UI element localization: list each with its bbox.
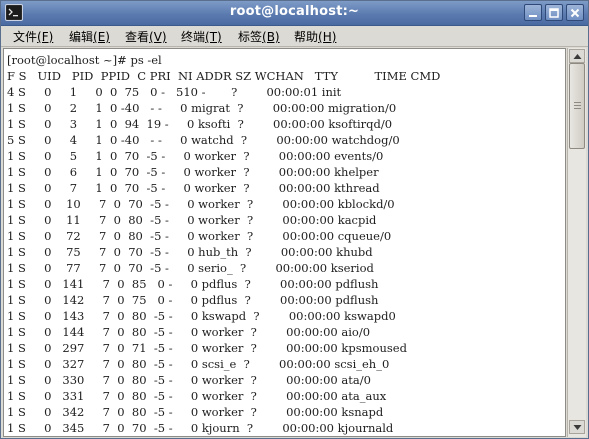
ps-process-row: 1 S 0 10 7 0 70 -5 - 0 worker ? 00:00:00…: [7, 197, 395, 211]
ps-process-row: 1 S 0 6 1 0 70 -5 - 0 worker ? 00:00:00 …: [7, 165, 379, 179]
menu-help-label: 帮助: [294, 30, 319, 44]
ps-process-row: 1 S 0 342 7 0 80 -5 - 0 worker ? 00:00:0…: [7, 405, 384, 419]
thumb-grip-line: [574, 108, 581, 109]
ps-process-row: 1 S 0 72 7 0 80 -5 - 0 worker ? 00:00:00…: [7, 229, 392, 243]
menu-help-accel: (H): [318, 30, 337, 44]
ps-process-row: 1 S 0 3 1 0 94 19 - 0 ksofti ? 00:00:00 …: [7, 117, 393, 131]
menu-terminal[interactable]: 终端(T): [181, 28, 222, 45]
ps-process-row: 1 S 0 75 7 0 70 -5 - 0 hub_th ? 00:00:00…: [7, 245, 373, 259]
ps-process-row: 1 S 0 297 7 0 71 -5 - 0 worker ? 00:00:0…: [7, 341, 407, 355]
ps-process-row: 1 S 0 143 7 0 80 -5 - 0 kswapd ? 00:00:0…: [7, 309, 396, 323]
thumb-grip-line: [574, 105, 581, 106]
menu-file-accel: (F): [37, 30, 54, 44]
menu-file[interactable]: 文件(F): [13, 28, 53, 45]
ps-process-row: 1 S 0 2 1 0 -40 - - 0 migrat ? 00:00:00 …: [7, 101, 397, 115]
terminal-output: [root@localhost ~]# ps -el F S UID PID PP…: [7, 52, 440, 436]
ps-process-row: 4 S 0 1 0 0 75 0 - 510 - ? 00:00:01 init: [7, 85, 342, 99]
scroll-down-arrow-icon: [573, 425, 582, 430]
ps-process-row: 1 S 0 77 7 0 70 -5 - 0 serio_ ? 00:00:00…: [7, 261, 374, 275]
ps-process-row: 1 S 0 11 7 0 80 -5 - 0 worker ? 00:00:00…: [7, 213, 377, 227]
ps-process-row: 1 S 0 144 7 0 80 -5 - 0 worker ? 00:00:0…: [7, 325, 371, 339]
scroll-down-button[interactable]: [569, 420, 585, 434]
vertical-scrollbar[interactable]: [567, 48, 586, 437]
menu-tabs[interactable]: 标签(B): [238, 28, 280, 45]
ps-process-row: 5 S 0 4 1 0 -40 - - 0 watchd ? 00:00:00 …: [7, 133, 400, 147]
window-title: root@localhost:~: [229, 4, 360, 19]
menu-view[interactable]: 查看(V): [125, 28, 167, 45]
menu-edit-accel: (E): [93, 30, 110, 44]
menu-terminal-label: 终端: [181, 30, 206, 44]
minimize-button[interactable]: [524, 4, 542, 21]
close-icon: [570, 8, 580, 18]
close-button[interactable]: [566, 4, 584, 21]
menu-terminal-accel: (T): [205, 30, 222, 44]
ps-process-row: 1 S 0 7 1 0 70 -5 - 0 worker ? 00:00:00 …: [7, 181, 380, 195]
ps-header-line: F S UID PID PPID C PRI NI ADDR SZ WCHAN …: [7, 69, 441, 83]
menu-file-label: 文件: [13, 30, 38, 44]
scrollbar-thumb[interactable]: [569, 63, 585, 149]
terminal-window: root@localhost:~ 文件(F) 编辑(E) 查看(V) 终端(T)…: [0, 0, 589, 439]
thumb-grip-line: [574, 102, 581, 103]
menu-tabs-label: 标签: [238, 30, 263, 44]
menu-bar: 文件(F) 编辑(E) 查看(V) 终端(T) 标签(B) 帮助(H): [1, 26, 588, 47]
ps-process-row: 1 S 0 330 7 0 80 -5 - 0 worker ? 00:00:0…: [7, 373, 371, 387]
ps-process-row: 1 S 0 141 7 0 85 0 - 0 pdflus ? 00:00:00…: [7, 277, 379, 291]
scroll-up-arrow-icon: [573, 54, 582, 59]
ps-process-row: 1 S 0 142 7 0 75 0 - 0 pdflus ? 00:00:00…: [7, 293, 379, 307]
ps-process-row: 1 S 0 327 7 0 80 -5 - 0 scsi_e ? 00:00:0…: [7, 357, 390, 371]
maximize-icon: [549, 8, 559, 18]
ps-process-row: 1 S 0 5 1 0 70 -5 - 0 worker ? 00:00:00 …: [7, 149, 384, 163]
scroll-up-button[interactable]: [569, 49, 585, 63]
menu-edit-label: 编辑: [69, 30, 94, 44]
menu-edit[interactable]: 编辑(E): [69, 28, 110, 45]
terminal-screen[interactable]: [root@localhost ~]# ps -el F S UID PID PP…: [3, 48, 566, 437]
maximize-button[interactable]: [545, 4, 563, 21]
menu-view-accel: (V): [149, 30, 167, 44]
menu-help[interactable]: 帮助(H): [294, 28, 336, 45]
menu-tabs-accel: (B): [262, 30, 280, 44]
minimize-icon: [529, 15, 537, 17]
shell-prompt-line: [root@localhost ~]# ps -el: [7, 53, 162, 67]
ps-process-row: 1 S 0 345 7 0 70 -5 - 0 kjourn ? 00:00:0…: [7, 421, 394, 435]
ps-process-row: 1 S 0 331 7 0 80 -5 - 0 worker ? 00:00:0…: [7, 389, 387, 403]
title-bar[interactable]: root@localhost:~: [1, 1, 588, 26]
menu-view-label: 查看: [125, 30, 150, 44]
